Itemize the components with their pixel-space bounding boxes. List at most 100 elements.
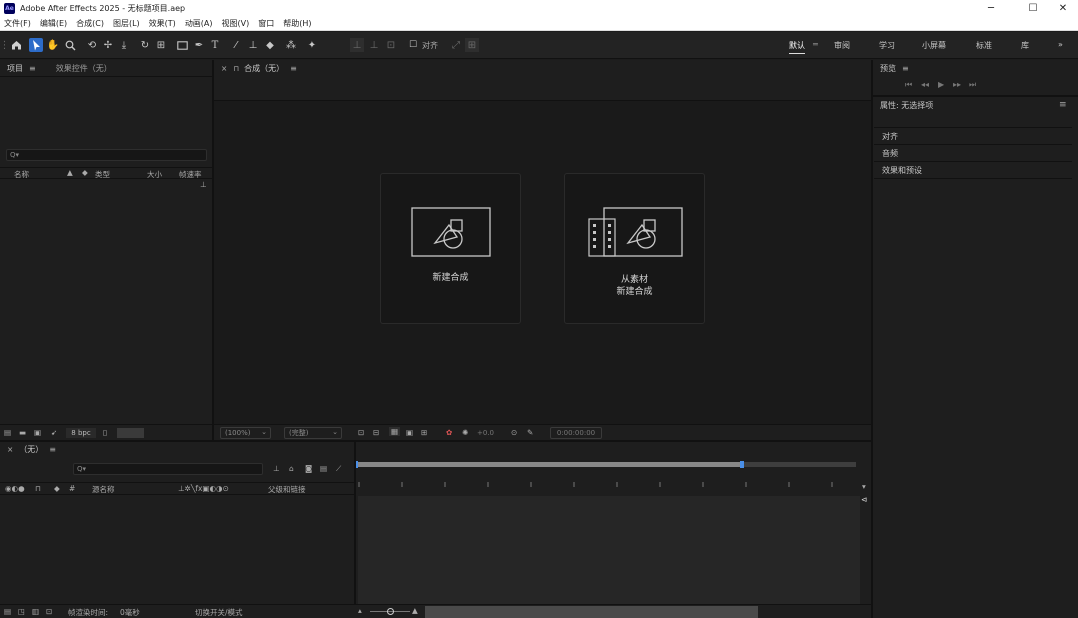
time-ruler[interactable]	[356, 478, 860, 492]
workspace-review[interactable]: 审阅	[834, 40, 850, 51]
comp-mini-flowchart-icon[interactable]: ⊥	[273, 464, 280, 473]
close-button[interactable]: ✕	[1050, 0, 1076, 17]
menu-effect[interactable]: 效果(T)	[149, 18, 176, 29]
play-icon[interactable]: ▶	[938, 80, 944, 89]
render-time-toggle-icon[interactable]: ⊡	[46, 607, 52, 616]
column-name[interactable]: 名称	[14, 169, 29, 180]
zoom-slider-thumb[interactable]	[387, 608, 394, 615]
menu-composition[interactable]: 合成(C)	[76, 18, 104, 29]
layer-number-icon[interactable]: #	[69, 484, 75, 493]
pan-behind-tool-icon[interactable]: ⊞	[154, 38, 168, 52]
transparency-grid-icon[interactable]: ⊟	[373, 428, 379, 437]
flowchart-icon[interactable]: ⊥	[200, 180, 207, 189]
dolly-camera-icon[interactable]: ⤓	[117, 38, 131, 52]
frame-blending-icon[interactable]: ▤	[320, 464, 327, 473]
sort-ascending-icon[interactable]: ▲	[67, 168, 73, 177]
workspace-learn[interactable]: 学习	[879, 40, 895, 51]
fast-previews-icon[interactable]: ⊡	[358, 428, 364, 437]
new-composition-icon[interactable]: ▣	[34, 428, 41, 437]
world-axis-icon[interactable]: ⊥	[367, 38, 381, 52]
pan-camera-icon[interactable]: ✢	[101, 38, 115, 52]
workspace-library[interactable]: 库	[1021, 40, 1029, 51]
work-area-end-handle[interactable]	[740, 461, 744, 468]
eraser-tool-icon[interactable]: ◆	[263, 38, 277, 52]
column-type[interactable]: 类型	[95, 169, 110, 180]
color-channel-icon[interactable]: ✿	[446, 428, 452, 437]
next-frame-icon[interactable]: ▸▸	[953, 80, 961, 89]
mask-visibility-icon[interactable]: ▦	[389, 427, 401, 436]
color-management-icon[interactable]: ✺	[462, 428, 468, 437]
draft-3d-icon[interactable]: ⌂	[289, 464, 294, 473]
menu-file[interactable]: 文件(F)	[4, 18, 31, 29]
menu-edit[interactable]: 编辑(E)	[40, 18, 67, 29]
snapping-checkbox-icon[interactable]: ☐	[406, 38, 420, 52]
previous-frame-icon[interactable]: ◂◂	[921, 80, 929, 89]
graph-editor-icon[interactable]: ⟋	[336, 464, 341, 474]
timeline-horizontal-scrollbar[interactable]	[425, 606, 758, 618]
label-tag-icon[interactable]: ◆	[54, 484, 60, 493]
hand-tool-icon[interactable]: ✋	[46, 38, 60, 52]
interpret-footage-icon[interactable]: ▤	[4, 428, 11, 437]
tab-project[interactable]: 项目	[7, 63, 23, 74]
home-icon[interactable]	[9, 38, 23, 52]
minimize-button[interactable]: ─	[978, 0, 1004, 17]
roto-brush-tool-icon[interactable]: ⁂	[284, 38, 298, 52]
maximize-button[interactable]: ☐	[1020, 0, 1046, 17]
snap-edges-icon[interactable]: ⤢	[449, 38, 463, 52]
type-tool-icon[interactable]: T	[208, 38, 222, 52]
last-frame-icon[interactable]: ⏭	[969, 80, 976, 90]
workspace-default-menu-icon[interactable]: ═	[813, 40, 818, 49]
pen-tool-icon[interactable]: ✒	[192, 38, 206, 52]
delete-icon[interactable]: ▯	[103, 428, 107, 437]
lock-icon[interactable]: ⊓	[233, 64, 239, 73]
expand-in-out-icon[interactable]: ▥	[32, 607, 39, 616]
layer-switches-icon[interactable]: ⊥✲╲fx▣◐◑⊙	[178, 484, 229, 493]
column-size[interactable]: 大小	[147, 169, 162, 180]
puppet-tool-icon[interactable]: ✦	[305, 38, 319, 52]
adobe-dynamic-link-icon[interactable]: ➹	[51, 428, 57, 437]
menu-view[interactable]: 视图(V)	[222, 18, 250, 29]
clone-stamp-tool-icon[interactable]: ⊥	[246, 38, 260, 52]
thumbnail-transparency-swatch[interactable]	[117, 428, 144, 438]
project-menu-icon[interactable]: ≡	[29, 64, 36, 73]
resolution-dropdown[interactable]: (完整) ⌄	[284, 427, 342, 439]
toggle-switches-modes[interactable]: 切换开关/模式	[195, 607, 243, 618]
timeline-navigator-icon[interactable]: ⊲	[861, 495, 867, 504]
tab-composition[interactable]: 合成（无）	[244, 63, 284, 74]
snapshot-camera-icon[interactable]: ⊙	[511, 428, 517, 437]
timeline-search-input[interactable]: Q▾	[73, 463, 263, 475]
lock-column-icon[interactable]: ⊓	[35, 484, 41, 493]
properties-row-align[interactable]: 对齐	[874, 128, 1072, 145]
menu-layer[interactable]: 图层(L)	[113, 18, 140, 29]
properties-menu-icon[interactable]: ≡	[1059, 100, 1067, 110]
preview-menu-icon[interactable]: ≡	[902, 64, 909, 73]
timeline-menu-icon[interactable]: ≡	[49, 445, 56, 454]
first-frame-icon[interactable]: ⏮	[905, 80, 912, 90]
timeline-splitter[interactable]	[354, 442, 356, 604]
rotation-tool-icon[interactable]: ↻	[138, 38, 152, 52]
workspace-more-icon[interactable]: »	[1058, 40, 1063, 49]
tab-effect-controls[interactable]: 效果控件（无）	[56, 63, 112, 74]
panel-close-icon[interactable]: ×	[221, 64, 227, 73]
new-folder-icon[interactable]: ▬	[19, 428, 26, 437]
expand-transfer-controls-icon[interactable]: ◳	[18, 607, 25, 616]
workspace-small-screen[interactable]: 小屏幕	[922, 40, 946, 51]
brush-tool-icon[interactable]: ⁄	[229, 38, 243, 52]
column-source-name[interactable]: 源名称	[92, 484, 115, 495]
properties-row-effects-presets[interactable]: 效果和预设	[874, 162, 1072, 179]
timeline-track-area[interactable]	[358, 496, 860, 604]
shy-layers-icon[interactable]: ◙	[305, 464, 312, 473]
magnification-dropdown[interactable]: (100%) ⌄	[220, 427, 271, 439]
show-snapshot-icon[interactable]: ✎	[527, 428, 533, 437]
project-search-input[interactable]: Q▾	[6, 149, 207, 161]
tab-preview[interactable]: 预览	[880, 63, 896, 74]
column-frame-rate[interactable]: 帧速率	[179, 169, 202, 180]
menu-help[interactable]: 帮助(H)	[283, 18, 311, 29]
bit-depth-button[interactable]: 8 bpc	[66, 428, 96, 438]
tab-timeline[interactable]: （无）	[19, 444, 43, 455]
toolbar-grip-icon[interactable]: ⋮	[0, 38, 10, 52]
current-time-field[interactable]: 0:00:00:00	[550, 427, 602, 439]
view-axis-icon[interactable]: ⊡	[384, 38, 398, 52]
label-tag-icon[interactable]: ◆	[82, 168, 88, 177]
expand-layer-switches-icon[interactable]: ▤	[4, 607, 11, 616]
